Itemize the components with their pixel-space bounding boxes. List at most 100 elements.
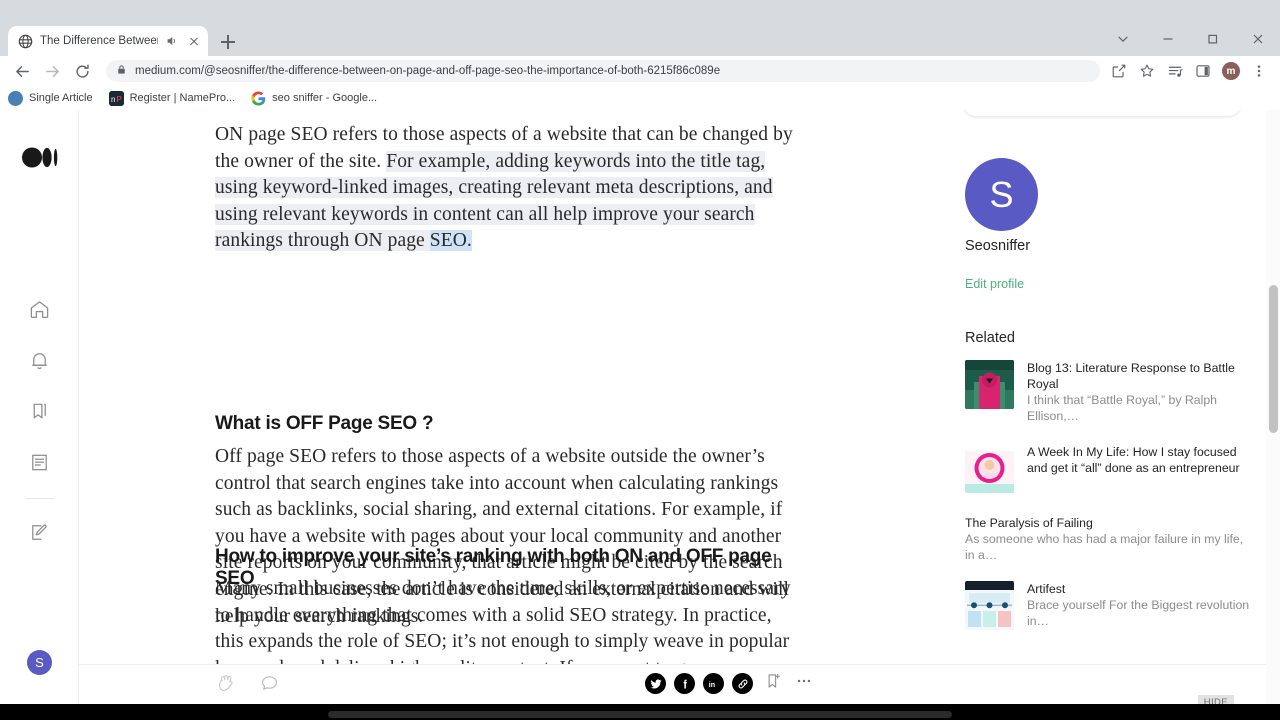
- list-item[interactable]: Artifest Brace yourself For the Biggest …: [965, 581, 1255, 630]
- write-pencil-icon: [28, 521, 51, 549]
- related-title: Blog 13: Literature Response to Battle R…: [1027, 361, 1235, 391]
- action-bar-left: [216, 673, 279, 698]
- browser-tab[interactable]: The Difference Between ON: [8, 26, 208, 56]
- comment-bubble-icon[interactable]: [260, 674, 279, 698]
- bookmark-item-single-article[interactable]: Single Article: [8, 90, 93, 106]
- new-tab-button[interactable]: [216, 30, 240, 54]
- rail-nav-items: [0, 286, 79, 560]
- close-window-button[interactable]: [1235, 22, 1280, 56]
- sidebar-item-write[interactable]: [0, 509, 79, 560]
- related-subtitle: Brace yourself For the Biggest revolutio…: [1027, 598, 1250, 628]
- namepros-icon: nP: [108, 90, 124, 106]
- window-controls: [1100, 22, 1280, 56]
- twitter-share-icon[interactable]: [645, 673, 666, 694]
- article-action-bar: in: [79, 664, 1280, 704]
- bell-icon: [28, 349, 51, 377]
- facebook-share-icon[interactable]: [674, 673, 695, 694]
- article-heading-1: What is OFF Page SEO ?: [215, 413, 434, 434]
- side-panel-icon[interactable]: [1190, 58, 1216, 84]
- linkedin-share-icon[interactable]: in: [703, 673, 724, 694]
- bookmark-item-google-search[interactable]: seo sniffer - Google...: [251, 90, 378, 106]
- address-bar[interactable]: medium.com/@seosniffer/the-difference-be…: [106, 60, 1100, 82]
- action-bar-share: in: [645, 672, 813, 695]
- chrome-menu-icon[interactable]: [1246, 58, 1272, 84]
- list-item[interactable]: The Paralysis of Failing As someone who …: [965, 515, 1255, 563]
- bookmark-star-icon[interactable]: [1134, 58, 1160, 84]
- maximize-button[interactable]: [1190, 22, 1235, 56]
- list-item[interactable]: A Week In My Life: How I stay focused an…: [965, 444, 1255, 493]
- bookmark-item-namepros[interactable]: nP Register | NamePro...: [108, 90, 236, 106]
- right-sidebar: S Seosniffer Edit profile Related Blog 1…: [948, 110, 1268, 704]
- article-paragraph-1: ON page SEO refers to those aspects of a…: [215, 122, 795, 255]
- more-horizontal-icon[interactable]: [795, 672, 813, 695]
- lock-icon: [116, 62, 127, 80]
- blue-circle-icon: [8, 90, 23, 106]
- bookmark-label: Single Article: [29, 92, 93, 104]
- speaker-playing-icon[interactable]: [165, 34, 179, 48]
- browser-window: The Difference Between ON: [0, 0, 1280, 720]
- bookmarks-bar: Single Article nP Register | NamePro... …: [0, 86, 1280, 110]
- related-subtitle: As someone who has had a major failure i…: [965, 532, 1244, 562]
- list-document-icon: [28, 451, 51, 479]
- sidebar-item-notifications[interactable]: [0, 337, 79, 388]
- squid-game-guard-thumbnail: [965, 360, 1014, 409]
- svg-text:in: in: [708, 681, 714, 689]
- sidebar-item-home[interactable]: [0, 286, 79, 337]
- window-bottom-strip: [0, 704, 1280, 720]
- tab-close-icon[interactable]: [186, 33, 202, 49]
- horizontal-scrollbar-thumb[interactable]: [328, 711, 952, 718]
- scrollbar-thumb[interactable]: [1269, 285, 1278, 433]
- related-title: Artifest: [1027, 582, 1066, 596]
- list-item-text: Artifest Brace yourself For the Biggest …: [1027, 581, 1255, 630]
- page-viewport: S ON page SEO refers to those aspects of…: [0, 110, 1280, 704]
- related-list: Blog 13: Literature Response to Battle R…: [965, 360, 1255, 646]
- home-icon: [28, 298, 51, 326]
- tab-strip: The Difference Between ON: [0, 22, 1280, 56]
- globe-icon: [18, 34, 33, 49]
- related-title: The Paralysis of Failing: [965, 516, 1093, 530]
- bookmark-plus-icon[interactable]: [765, 672, 783, 695]
- avatar-initial: m: [1222, 62, 1240, 80]
- related-heading: Related: [965, 330, 1015, 346]
- list-item-text: The Paralysis of Failing As someone who …: [965, 515, 1255, 563]
- medium-left-rail: S: [0, 110, 79, 704]
- hide-button[interactable]: HIDE: [1197, 695, 1234, 704]
- bookmark-label: seo sniffer - Google...: [272, 92, 378, 104]
- page-scrollbar[interactable]: [1266, 110, 1280, 704]
- rail-user-avatar[interactable]: S: [27, 650, 52, 675]
- edit-profile-link[interactable]: Edit profile: [965, 277, 1024, 291]
- bookmark-label: Register | NamePro...: [129, 92, 236, 104]
- share-icon[interactable]: [1106, 58, 1132, 84]
- url-text: medium.com/@seosniffer/the-difference-be…: [135, 65, 721, 77]
- sidebar-item-bookmarks[interactable]: [0, 388, 79, 439]
- minimize-button[interactable]: [1145, 22, 1190, 56]
- profile-name: Seosniffer: [965, 238, 1031, 254]
- medium-logo[interactable]: [22, 147, 58, 173]
- clap-hands-icon[interactable]: [216, 673, 236, 698]
- list-item[interactable]: Blog 13: Literature Response to Battle R…: [965, 360, 1255, 424]
- browser-toolbar: medium.com/@seosniffer/the-difference-be…: [0, 56, 1280, 86]
- pink-portrait-thumbnail: [965, 444, 1014, 493]
- reload-button[interactable]: [68, 57, 96, 85]
- list-item-text: Blog 13: Literature Response to Battle R…: [1027, 360, 1255, 424]
- tab-title: The Difference Between ON: [40, 35, 158, 47]
- sidebar-top-card: [963, 110, 1241, 116]
- related-subtitle: I think that “Battle Royal,” by Ralph El…: [1027, 393, 1218, 423]
- sidebar-item-stories[interactable]: [0, 439, 79, 490]
- artifest-diagram-thumbnail: [965, 581, 1014, 630]
- media-playlist-icon[interactable]: [1162, 58, 1188, 84]
- google-g-icon: [251, 90, 266, 106]
- back-button[interactable]: [8, 57, 36, 85]
- tab-search-chevron-icon[interactable]: [1100, 22, 1145, 56]
- rail-divider: [25, 498, 54, 499]
- related-title: A Week In My Life: How I stay focused an…: [1027, 445, 1240, 475]
- paragraph-1-selected-strong: SEO.: [429, 230, 472, 252]
- profile-avatar-large[interactable]: S: [965, 158, 1038, 231]
- copy-link-icon[interactable]: [732, 673, 753, 694]
- toolbar-icons: m: [1106, 58, 1272, 84]
- avatar-initial: S: [35, 655, 44, 670]
- profile-avatar[interactable]: m: [1218, 58, 1244, 84]
- list-item-text: A Week In My Life: How I stay focused an…: [1027, 444, 1255, 493]
- svg-text:P: P: [116, 95, 121, 104]
- forward-button[interactable]: [38, 57, 66, 85]
